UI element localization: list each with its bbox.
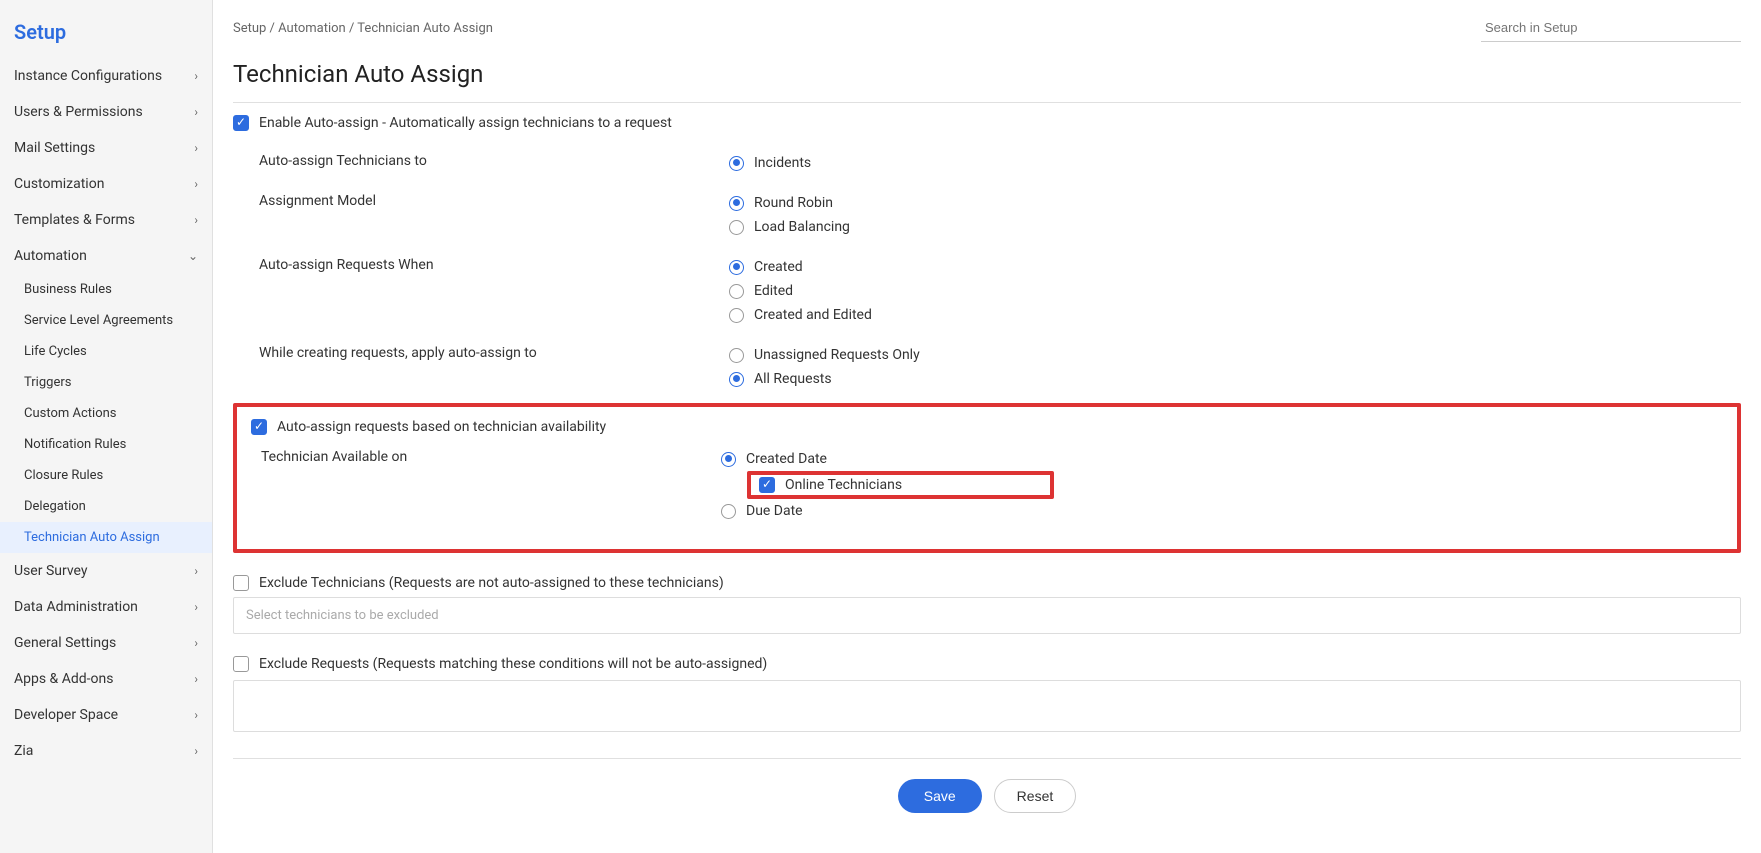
sidebar-item-users-permissions[interactable]: Users & Permissions› <box>0 94 212 130</box>
online-technicians-highlight: Online Technicians <box>747 471 1054 499</box>
chevron-right-icon: › <box>194 213 198 227</box>
availability-checkbox[interactable] <box>251 419 267 435</box>
chevron-right-icon: › <box>194 564 198 578</box>
when-created-edited-radio[interactable] <box>729 308 744 323</box>
chevron-right-icon: › <box>194 141 198 155</box>
save-button[interactable]: Save <box>898 779 982 813</box>
round-robin-radio[interactable] <box>729 196 744 211</box>
availability-label: Auto-assign requests based on technician… <box>277 419 606 435</box>
sidebar-item-automation[interactable]: Automation⌄ <box>0 238 212 274</box>
chevron-right-icon: › <box>194 177 198 191</box>
apply-label: While creating requests, apply auto-assi… <box>259 343 729 391</box>
exclude-requests-label: Exclude Requests (Requests matching thes… <box>259 656 767 672</box>
availability-section-highlight: Auto-assign requests based on technician… <box>233 403 1741 553</box>
chevron-right-icon: › <box>194 708 198 722</box>
sidebar-item-instance-configurations[interactable]: Instance Configurations› <box>0 58 212 94</box>
when-label: Auto-assign Requests When <box>259 255 729 327</box>
main-content: Setup / Automation / Technician Auto Ass… <box>213 0 1761 853</box>
sidebar-item-user-survey[interactable]: User Survey› <box>0 553 212 589</box>
sidebar-item-zia[interactable]: Zia› <box>0 733 212 769</box>
unassigned-only-radio[interactable] <box>729 348 744 363</box>
model-label: Assignment Model <box>259 191 729 239</box>
sidebar-subitem-technician-auto-assign[interactable]: Technician Auto Assign <box>0 522 212 553</box>
exclude-technicians-checkbox[interactable] <box>233 575 249 591</box>
chevron-right-icon: › <box>194 69 198 83</box>
sidebar-item-templates-forms[interactable]: Templates & Forms› <box>0 202 212 238</box>
chevron-right-icon: › <box>194 105 198 119</box>
exclude-requests-box <box>233 680 1741 732</box>
sidebar-subitem-custom-actions[interactable]: Custom Actions <box>0 398 212 429</box>
sidebar-subitem-closure-rules[interactable]: Closure Rules <box>0 460 212 491</box>
sidebar-item-general-settings[interactable]: General Settings› <box>0 625 212 661</box>
exclude-technicians-label: Exclude Technicians (Requests are not au… <box>259 575 724 591</box>
sidebar-item-developer-space[interactable]: Developer Space› <box>0 697 212 733</box>
sidebar-item-customization[interactable]: Customization› <box>0 166 212 202</box>
available-on-label: Technician Available on <box>261 447 721 523</box>
sidebar-item-data-administration[interactable]: Data Administration› <box>0 589 212 625</box>
chevron-down-icon: ⌄ <box>188 249 198 263</box>
sidebar-subitem-sla[interactable]: Service Level Agreements <box>0 305 212 336</box>
sidebar-subitem-triggers[interactable]: Triggers <box>0 367 212 398</box>
when-created-radio[interactable] <box>729 260 744 275</box>
sidebar-title[interactable]: Setup <box>0 0 212 58</box>
load-balancing-radio[interactable] <box>729 220 744 235</box>
chevron-right-icon: › <box>194 672 198 686</box>
chevron-right-icon: › <box>194 744 198 758</box>
sidebar-subitem-business-rules[interactable]: Business Rules <box>0 274 212 305</box>
enable-auto-assign-label: Enable Auto-assign - Automatically assig… <box>259 115 672 131</box>
assign-to-label: Auto-assign Technicians to <box>259 151 729 175</box>
enable-auto-assign-checkbox[interactable] <box>233 115 249 131</box>
created-date-radio[interactable] <box>721 452 736 467</box>
sidebar-subitem-notification-rules[interactable]: Notification Rules <box>0 429 212 460</box>
reset-button[interactable]: Reset <box>994 779 1077 813</box>
assign-to-incidents-radio[interactable] <box>729 156 744 171</box>
chevron-right-icon: › <box>194 636 198 650</box>
exclude-technicians-select[interactable]: Select technicians to be excluded <box>233 597 1741 634</box>
sidebar-subitem-delegation[interactable]: Delegation <box>0 491 212 522</box>
search-input[interactable] <box>1481 14 1741 42</box>
due-date-radio[interactable] <box>721 504 736 519</box>
exclude-requests-checkbox[interactable] <box>233 656 249 672</box>
breadcrumb[interactable]: Setup / Automation / Technician Auto Ass… <box>233 21 493 36</box>
sidebar-item-mail-settings[interactable]: Mail Settings› <box>0 130 212 166</box>
chevron-right-icon: › <box>194 600 198 614</box>
all-requests-radio[interactable] <box>729 372 744 387</box>
sidebar-item-apps-addons[interactable]: Apps & Add-ons› <box>0 661 212 697</box>
page-title: Technician Auto Assign <box>233 52 1741 103</box>
sidebar: Setup Instance Configurations› Users & P… <box>0 0 213 853</box>
sidebar-subitem-life-cycles[interactable]: Life Cycles <box>0 336 212 367</box>
when-edited-radio[interactable] <box>729 284 744 299</box>
online-technicians-checkbox[interactable] <box>759 477 775 493</box>
